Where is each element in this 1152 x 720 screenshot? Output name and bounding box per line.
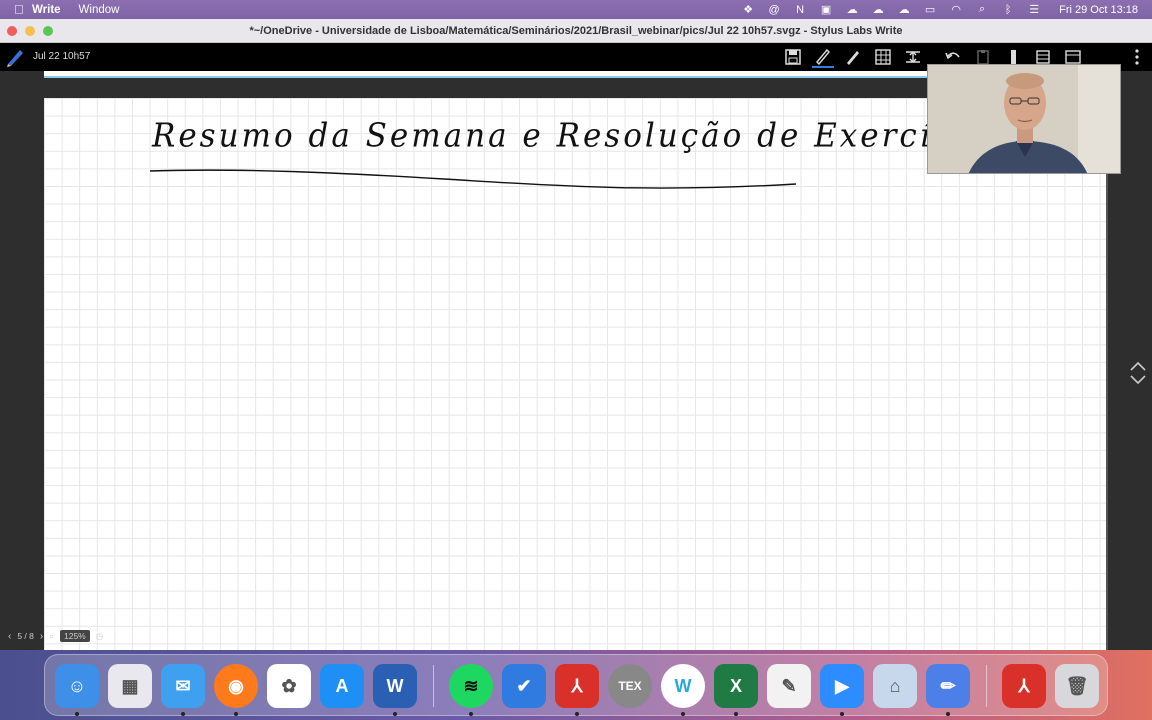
status-bar: ‹ 5 / 8 › ⌕ 125% ◷ [0, 627, 140, 645]
highlighter-icon[interactable] [842, 46, 864, 68]
dock-icon-glyph: X [729, 675, 742, 696]
dock-app-stylus-pen[interactable]: ✏ [926, 664, 970, 708]
document-title: Jul 22 10h57 [33, 51, 91, 62]
dock-app-excel[interactable]: X [714, 664, 758, 708]
dock-icon-glyph: A [335, 675, 349, 696]
zoom-window-button[interactable] [43, 26, 53, 36]
dock-app-preview[interactable]: ⌂ [873, 664, 917, 708]
dock-icon-glyph: ⌂ [889, 675, 901, 696]
dock-app-tasks[interactable]: ✔ [502, 664, 546, 708]
zoom-icon[interactable]: ⌕ [49, 631, 54, 642]
dock-icon-glyph: ✔ [516, 675, 532, 696]
dock-icon-glyph: ≋ [463, 675, 479, 696]
icloud-icon[interactable]: ☁ [897, 4, 911, 16]
running-indicator [75, 712, 79, 716]
control-center-icon[interactable]: ☰ [1027, 4, 1041, 16]
running-indicator [393, 712, 397, 716]
minimize-window-button[interactable] [25, 26, 35, 36]
insert-space-icon[interactable] [902, 46, 924, 68]
search-icon[interactable]: ⌕ [975, 3, 989, 16]
bluetooth-icon[interactable]: ᛒ [1001, 4, 1015, 16]
dock-app-tex[interactable]: TEX [608, 664, 652, 708]
dock-icon-glyph: W [386, 675, 404, 696]
dock-app-spotify[interactable]: ≋ [449, 664, 493, 708]
wifi-icon[interactable]: ◠ [949, 4, 963, 16]
apple-icon[interactable]:  [0, 2, 24, 17]
dock-app-write[interactable]: W [661, 664, 705, 708]
dock-icon-glyph: W [674, 675, 692, 696]
dock-app-finder[interactable]: ☺ [55, 664, 99, 708]
presenter-image [928, 65, 1120, 173]
running-indicator [575, 712, 579, 716]
dock: ☺ ▦ ✉ ◉ ✿ A W ≋ ✔ ⅄ TEX W X ✎ ▶ ⌂ ✏ ⅄ 🗑 [44, 654, 1108, 716]
dock-icon-glyph: ◉ [228, 675, 244, 696]
dock-icon-glyph: ✎ [781, 675, 797, 696]
dock-app-acrobat-reader[interactable]: ⅄ [1002, 664, 1046, 708]
window-title: *~/OneDrive - Universidade de Lisboa/Mat… [249, 24, 903, 37]
dock-separator [986, 665, 987, 707]
write-logo-icon[interactable] [5, 47, 25, 67]
pen-icon[interactable] [812, 46, 834, 68]
notebook-page[interactable]: Resumo da Semana e Resolução de Exercíci… [44, 98, 1108, 650]
dock-icon-glyph: ✿ [281, 675, 297, 696]
zoom-level[interactable]: 125% [60, 630, 90, 642]
dock-app-launchpad[interactable]: ▦ [108, 664, 152, 708]
page-scroll-icon[interactable] [1128, 360, 1148, 386]
dropbox-icon[interactable]: ❖ [741, 4, 755, 16]
dock-icon-glyph: ⅄ [1018, 675, 1030, 696]
running-indicator [181, 712, 185, 716]
running-indicator [734, 712, 738, 716]
window-title-bar: *~/OneDrive - Universidade de Lisboa/Mat… [0, 19, 1152, 43]
dock-icon-glyph: ☺ [67, 675, 87, 696]
menu-bar:  Write Window ❖ @ N ▣ ☁ ☁ ☁ ▭ ◠ ⌕ ᛒ ☰ F… [0, 0, 1152, 19]
dock-icon-glyph: ⅄ [571, 675, 583, 696]
dock-icon-glyph: ✉ [175, 675, 191, 696]
running-indicator [469, 712, 473, 716]
running-indicator [840, 712, 844, 716]
window-controls [7, 26, 53, 36]
battery-icon[interactable]: ▭ [923, 4, 937, 16]
onenote-icon[interactable]: N [793, 4, 807, 16]
display-icon[interactable]: ▣ [819, 4, 833, 16]
dock-app-firefox[interactable]: ◉ [214, 664, 258, 708]
webcam-video [927, 64, 1121, 174]
cloud-upload-icon[interactable]: ☁ [845, 4, 859, 16]
running-indicator [681, 712, 685, 716]
dock-icon-glyph: TEX [618, 679, 642, 693]
dock-app-scripts[interactable]: ✎ [767, 664, 811, 708]
dock-app-app-store[interactable]: A [320, 664, 364, 708]
more-icon[interactable] [1132, 48, 1142, 66]
save-icon[interactable] [782, 46, 804, 68]
weather-icon[interactable]: ☁ [871, 4, 885, 16]
dock-app-photos[interactable]: ✿ [267, 664, 311, 708]
page-indicator: 5 / 8 [17, 631, 34, 641]
menubar-clock[interactable]: Fri 29 Oct 13:18 [1059, 4, 1138, 16]
menu-app-name[interactable]: Write [32, 4, 61, 16]
dock-app-mail[interactable]: ✉ [161, 664, 205, 708]
dock-app-trash[interactable]: 🗑 [1055, 664, 1099, 708]
dock-icon-glyph: ✏ [940, 675, 956, 696]
dock-app-zoom[interactable]: ▶ [820, 664, 864, 708]
grid-select-icon[interactable] [872, 46, 894, 68]
menu-window[interactable]: Window [79, 4, 120, 16]
at-icon[interactable]: @ [767, 4, 781, 16]
next-page-icon[interactable]: › [40, 631, 43, 642]
running-indicator [946, 712, 950, 716]
dock-app-microsoft-word[interactable]: W [373, 664, 417, 708]
dock-separator [433, 665, 434, 707]
dock-app-acrobat[interactable]: ⅄ [555, 664, 599, 708]
status-icons: ❖ @ N ▣ ☁ ☁ ☁ ▭ ◠ ⌕ ᛒ ☰ Fri 29 Oct 13:18 [741, 0, 1138, 19]
prev-page-icon[interactable]: ‹ [8, 631, 11, 642]
running-indicator [234, 712, 238, 716]
dock-icon-glyph: ▦ [121, 675, 139, 696]
history-icon[interactable]: ◷ [96, 631, 103, 642]
dock-icon-glyph: ▶ [835, 675, 849, 696]
close-window-button[interactable] [7, 26, 17, 36]
dock-icon-glyph: 🗑 [1065, 675, 1089, 696]
